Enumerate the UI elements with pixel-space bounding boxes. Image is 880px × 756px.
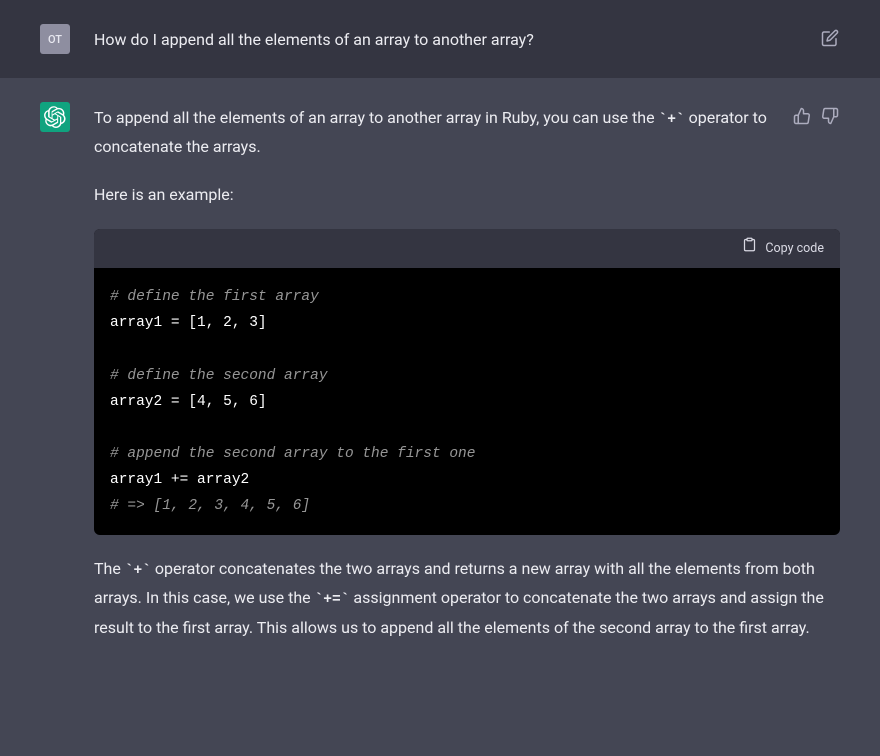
assistant-paragraph: To append all the elements of an array t…	[94, 104, 840, 161]
copy-code-button[interactable]: Copy code	[94, 229, 840, 268]
assistant-paragraph: Here is an example:	[94, 181, 840, 209]
code-line: # => [1, 2, 3, 4, 5, 6]	[110, 498, 310, 514]
inline-code: `+`	[659, 112, 685, 128]
thumbs-down-icon[interactable]	[820, 106, 840, 126]
user-avatar: OT	[40, 24, 70, 54]
user-message: OT How do I append all the elements of a…	[0, 0, 880, 78]
code-block: Copy code # define the first array array…	[94, 229, 840, 535]
clipboard-icon	[742, 237, 757, 260]
copy-code-label: Copy code	[765, 238, 824, 260]
edit-icon[interactable]	[820, 28, 840, 48]
thumbs-up-icon[interactable]	[792, 106, 812, 126]
code-line: # append the second array to the first o…	[110, 446, 475, 462]
inline-code: `+`	[125, 563, 151, 579]
assistant-avatar	[40, 102, 70, 132]
inline-code: `+=`	[315, 592, 350, 608]
assistant-paragraph: The `+` operator concatenates the two ar…	[94, 555, 840, 642]
code-line: # define the second array	[110, 368, 328, 384]
code-content: # define the first array array1 = [1, 2,…	[94, 268, 840, 535]
code-line: array1 += array2	[110, 472, 249, 488]
text: The	[94, 559, 125, 578]
code-line: # define the first array	[110, 289, 319, 305]
text: To append all the elements of an array t…	[94, 108, 659, 127]
user-prompt: How do I append all the elements of an a…	[94, 24, 840, 54]
code-line: array2 = [4, 5, 6]	[110, 394, 267, 410]
user-avatar-initials: OT	[48, 33, 62, 46]
assistant-message: To append all the elements of an array t…	[0, 78, 880, 666]
code-line: array1 = [1, 2, 3]	[110, 315, 267, 331]
